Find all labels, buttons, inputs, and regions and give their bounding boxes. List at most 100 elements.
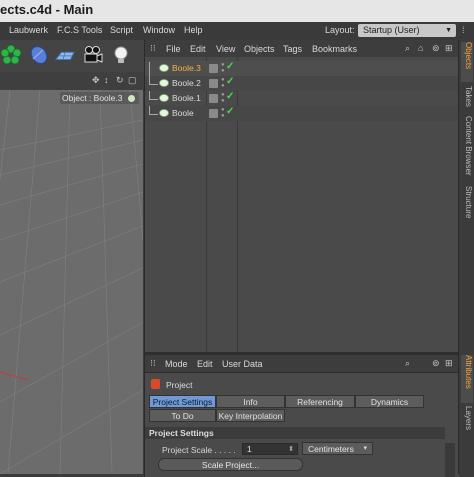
deformer-icon[interactable] [28,44,50,66]
object-row-boole-2[interactable]: Boole.2 ● ● ✓ [145,76,459,91]
object-manager: ⁝⁝ File Edit View Objects Tags Bookmarks… [144,40,459,352]
om-menu-view[interactable]: View [216,44,235,54]
camera-icon[interactable] [82,44,104,66]
tree-line [149,91,158,100]
enabled-check-icon[interactable]: ✓ [226,106,234,117]
tab-key-interpolation[interactable]: Key Interpolation [216,409,285,422]
om-menu-tags[interactable]: Tags [283,44,302,54]
search-icon[interactable]: ⌕ [405,358,410,369]
boole-icon [159,79,169,87]
tab-to-do[interactable]: To Do [149,409,216,422]
object-row-boole[interactable]: Boole ● ● ✓ [145,106,459,121]
menu-laubwerk[interactable]: Laubwerk [9,25,48,35]
scale-project-button[interactable]: Scale Project... [158,458,303,471]
object-manager-menu: ⁝⁝ File Edit View Objects Tags Bookmarks… [145,40,459,58]
window-title-bar: ects.c4d - Main [0,0,474,23]
layout-select-value: Startup (User) [363,25,420,35]
main-menu-bar: Laubwerk F.C.S Tools Script Window Help … [0,22,474,41]
project-scale-label: Project Scale . . . . . [162,445,236,455]
main-toolbar [0,40,144,73]
tree-line [149,76,158,85]
chevron-down-icon: ▼ [445,27,452,34]
am-menu-user-data[interactable]: User Data [222,359,263,369]
visibility-dots-icon[interactable]: ● ● [221,92,225,104]
scrollbar[interactable] [445,443,455,477]
layout-select[interactable]: Startup (User) ▼ [358,24,456,37]
grip-icon[interactable]: ⁝⁝ [150,43,156,54]
am-menu-edit[interactable]: Edit [197,359,213,369]
attribute-heading: Project [166,380,193,390]
tab-dynamics[interactable]: Dynamics [355,395,424,408]
light-icon[interactable] [110,44,132,66]
side-tab-objects[interactable]: Objects [461,42,473,82]
om-menu-edit[interactable]: Edit [190,44,206,54]
cloner-icon[interactable] [0,44,22,66]
toggle-view-icon[interactable]: ▢ [128,75,137,86]
attribute-manager-menu: ⁝⁝ Mode Edit User Data ⌕ ⊚ ⊞ [145,355,459,373]
layer-tag-icon[interactable] [209,109,218,118]
object-tree: Boole.3 ● ● ✓ Boole.2 ● ● ✓ Boole.1 ● ● ✓ B… [145,57,459,352]
side-tab-content-browser[interactable]: Content Browser [461,116,473,180]
boole-icon [159,109,169,117]
menu-window[interactable]: Window [143,25,175,35]
layer-tag-icon[interactable] [209,64,218,73]
menu-fcs-tools[interactable]: F.C.S Tools [57,25,102,35]
object-name: Boole.1 [172,93,201,103]
om-menu-file[interactable]: File [166,44,181,54]
layer-tag-icon[interactable] [209,94,218,103]
side-tab-strip: Objects Takes Content Browser Structure … [458,40,474,474]
project-icon [151,379,160,389]
viewport[interactable]: Object : Boole.3 [0,90,143,474]
zoom-view-icon[interactable]: ↕ [104,75,109,85]
new-window-icon[interactable]: ⊞ [445,358,453,369]
lock-icon[interactable]: ⊚ [432,358,440,369]
menu-script[interactable]: Script [110,25,133,35]
object-row-boole-3[interactable]: Boole.3 ● ● ✓ [145,61,459,77]
floor-icon[interactable] [54,44,76,66]
enabled-check-icon[interactable]: ✓ [226,61,234,72]
object-row-boole-1[interactable]: Boole.1 ● ● ✓ [145,91,459,106]
menu-help[interactable]: Help [184,25,203,35]
rotate-view-icon[interactable]: ↻ [116,75,124,86]
project-scale-value: 1 [247,444,252,454]
stepper-icon[interactable]: ⬍ [288,444,294,455]
project-scale-unit: Centimeters [308,444,354,454]
enabled-check-icon[interactable]: ✓ [226,91,234,102]
project-scale-unit-select[interactable]: Centimeters ▾ [302,442,373,455]
attribute-manager: ⁝⁝ Mode Edit User Data ⌕ ⊚ ⊞ Project Pro… [144,352,459,477]
layout-label: Layout: [325,25,355,35]
viewport-object-label: Object : Boole.3 [60,92,139,104]
visibility-dots-icon[interactable]: ● ● [221,107,225,119]
tree-line [149,106,158,115]
boole-icon [127,95,135,103]
move-view-icon[interactable]: ✥ [92,75,100,86]
object-name: Boole [172,108,194,118]
side-tab-takes[interactable]: Takes [461,86,473,114]
viewport-grid [0,90,143,474]
om-menu-objects[interactable]: Objects [244,44,275,54]
new-window-icon[interactable]: ⊞ [445,43,453,54]
side-tab-structure[interactable]: Structure [461,186,473,226]
tab-info[interactable]: Info [216,395,285,408]
tab-referencing[interactable]: Referencing [285,395,355,408]
window-title: ects.c4d - Main [0,2,94,17]
chevron-down-icon: ▾ [363,445,367,452]
boole-icon [159,94,169,102]
layer-tag-icon[interactable] [209,79,218,88]
am-menu-mode[interactable]: Mode [165,359,188,369]
om-menu-bookmarks[interactable]: Bookmarks [312,44,357,54]
side-tab-layers[interactable]: Layers [461,406,473,440]
visibility-dots-icon[interactable]: ● ● [221,62,225,74]
boole-icon [159,64,169,72]
lock-icon[interactable]: ⊚ [432,43,440,54]
grip-icon[interactable]: ⁝⁝ [150,358,156,369]
search-icon[interactable]: ⌕ [405,43,410,54]
tab-project-settings[interactable]: Project Settings [149,395,216,408]
project-scale-input[interactable]: 1 ⬍ [242,443,298,455]
side-tab-attributes[interactable]: Attributes [461,355,473,403]
enabled-check-icon[interactable]: ✓ [226,76,234,87]
more-icon[interactable]: ⁞ [462,25,465,35]
visibility-dots-icon[interactable]: ● ● [221,77,225,89]
home-icon[interactable]: ⌂ [418,43,423,53]
tree-line [149,62,158,77]
